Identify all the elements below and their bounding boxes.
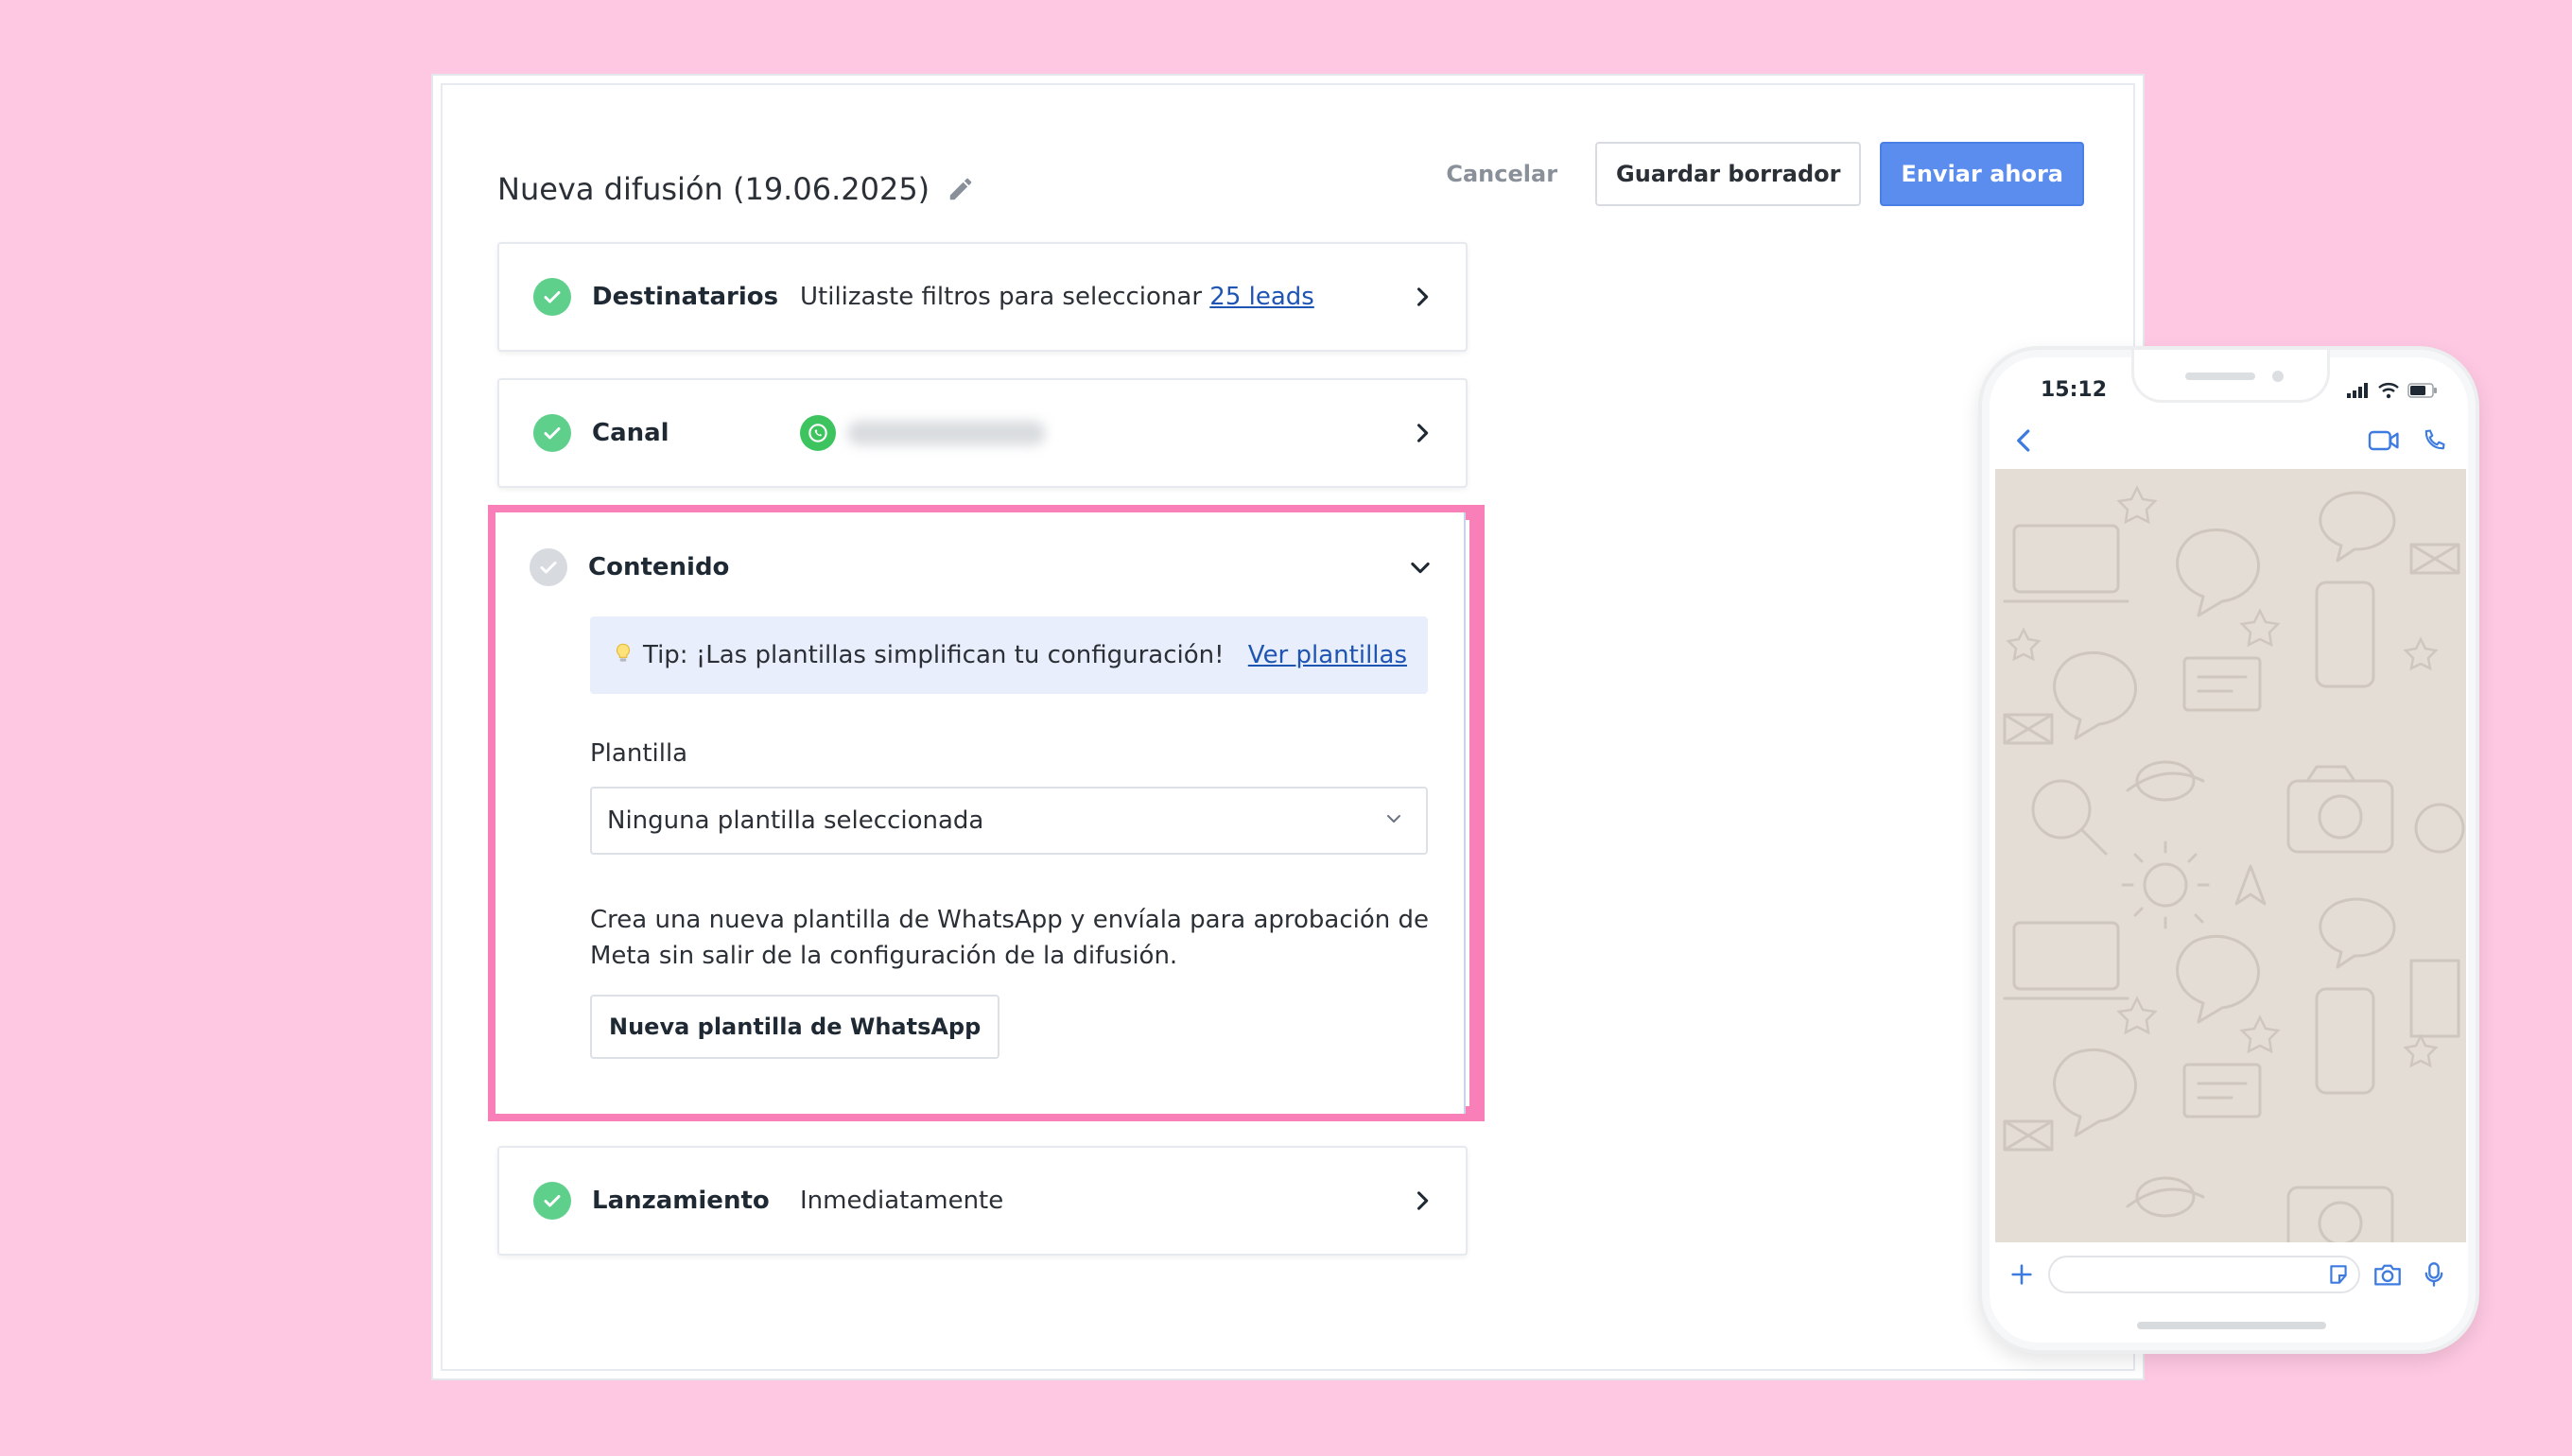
recipients-label: Destinatarios — [592, 283, 779, 311]
check-pending-icon — [530, 548, 567, 586]
chat-input-bar — [1995, 1248, 2466, 1301]
back-arrow-icon[interactable] — [2010, 426, 2039, 455]
phone-camera — [2272, 371, 2284, 382]
new-template-help-text: Crea una nueva plantilla de WhatsApp y e… — [590, 906, 1430, 970]
recipients-value: Utilizaste filtros para seleccionar 25 l… — [800, 283, 1314, 311]
cancel-button[interactable]: Cancelar — [1427, 161, 1576, 187]
header-actions: Cancelar Guardar borrador Enviar ahora — [1427, 142, 2084, 206]
template-select-value: Ninguna plantilla seleccionada — [607, 806, 984, 835]
content-header[interactable]: Contenido — [495, 512, 1464, 622]
phone-notch — [2131, 350, 2330, 403]
blurred-phone-number — [847, 421, 1046, 445]
template-select[interactable]: Ninguna plantilla seleccionada — [590, 787, 1428, 855]
status-icons — [2345, 382, 2438, 399]
channel-value — [800, 415, 1046, 451]
chevron-down-icon — [1382, 807, 1409, 834]
new-whatsapp-template-button[interactable]: Nueva plantilla de WhatsApp — [590, 995, 1000, 1059]
lightbulb-icon — [611, 641, 635, 669]
content-card: Contenido Tip: ¡Las plantillas simplific… — [495, 512, 1466, 1114]
check-done-icon — [533, 278, 571, 316]
chevron-right-icon[interactable] — [1409, 284, 1435, 310]
phone-time: 15:12 — [2041, 378, 2108, 402]
launch-card[interactable]: Lanzamiento Inmediatamente — [497, 1146, 1468, 1256]
launch-label: Lanzamiento — [592, 1187, 770, 1215]
tip-text: Tip: ¡Las plantillas simplifican tu conf… — [643, 641, 1225, 669]
save-draft-button[interactable]: Guardar borrador — [1595, 142, 1862, 206]
leads-link[interactable]: 25 leads — [1209, 283, 1314, 311]
signal-icon — [2347, 383, 2368, 398]
wifi-icon — [2378, 383, 2399, 399]
chat-header — [1995, 416, 2466, 465]
title-row: Nueva difusión (19.06.2025) — [497, 151, 975, 227]
phone-call-icon[interactable] — [2421, 427, 2447, 454]
recipients-value-text: Utilizaste filtros para seleccionar — [800, 283, 1203, 311]
content-label: Contenido — [588, 553, 730, 581]
plus-icon[interactable] — [2008, 1261, 2035, 1288]
battery-icon — [2407, 383, 2437, 398]
channel-label: Canal — [592, 419, 669, 447]
pencil-icon[interactable] — [947, 175, 975, 203]
sticker-icon[interactable] — [2326, 1262, 2351, 1287]
home-indicator — [2137, 1322, 2326, 1329]
chat-doodle-pattern — [2003, 485, 2465, 1242]
launch-value: Inmediatamente — [800, 1187, 1004, 1215]
chevron-right-icon[interactable] — [1409, 420, 1435, 446]
message-input[interactable] — [2048, 1256, 2360, 1293]
view-templates-link[interactable]: Ver plantillas — [1248, 641, 1407, 669]
recipients-card[interactable]: Destinatarios Utilizaste filtros para se… — [497, 242, 1468, 352]
tip-banner: Tip: ¡Las plantillas simplifican tu conf… — [590, 616, 1428, 694]
check-done-icon — [533, 414, 571, 452]
channel-card[interactable]: Canal — [497, 378, 1468, 488]
template-field-label: Plantilla — [590, 739, 688, 768]
microphone-icon[interactable] — [2421, 1261, 2447, 1288]
page-title: Nueva difusión (19.06.2025) — [497, 171, 930, 207]
phone-preview: 15:12 — [1978, 346, 2479, 1354]
camera-icon[interactable] — [2373, 1262, 2402, 1287]
chevron-down-icon[interactable] — [1407, 554, 1434, 581]
whatsapp-icon — [800, 415, 836, 451]
send-now-button[interactable]: Enviar ahora — [1880, 142, 2084, 206]
check-done-icon — [533, 1182, 571, 1220]
video-call-icon[interactable] — [2368, 429, 2400, 452]
phone-speaker — [2185, 373, 2255, 380]
chevron-right-icon[interactable] — [1409, 1187, 1435, 1214]
chat-wallpaper — [1995, 469, 2466, 1242]
